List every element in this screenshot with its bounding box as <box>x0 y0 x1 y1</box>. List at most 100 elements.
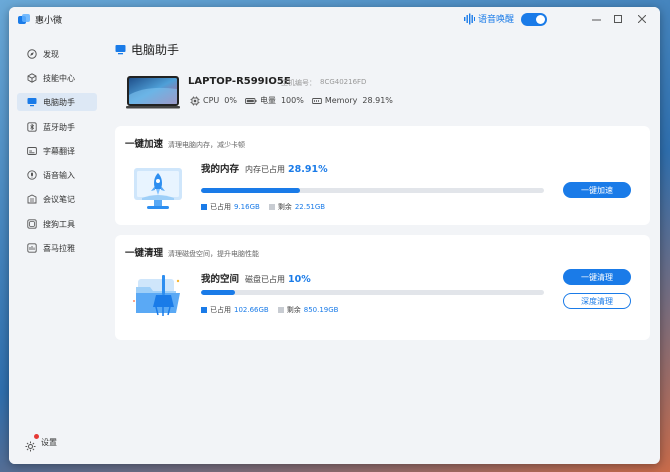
gear-icon <box>25 441 36 452</box>
memory-stat: Memory 28.91% <box>311 96 393 106</box>
memory-value: 28.91% <box>362 96 393 105</box>
minimize-icon <box>591 19 601 20</box>
free-value: 850.19GB <box>303 306 339 314</box>
deep-clean-button[interactable]: 深度清理 <box>563 293 631 309</box>
used-swatch <box>201 307 207 313</box>
disk-percent: 10% <box>288 274 311 285</box>
accelerate-card: 一键加速 清理电脑内存，减少卡顿 我的内存 内存已占用 28.91% 已占用 9… <box>115 126 650 225</box>
settings-button[interactable]: 设置 <box>25 434 57 452</box>
cpu-value: 0% <box>224 96 237 105</box>
memory-desc: 内存已占用 <box>245 165 286 174</box>
sidebar-item-label: 发现 <box>43 49 59 59</box>
sidebar-item-label: 搜狗工具 <box>43 219 75 229</box>
memory-legend: 已占用 9.16GB 剩余 22.51GB <box>201 202 325 212</box>
serial-number: 8CG40216FD <box>320 78 367 86</box>
notes-icon <box>27 194 37 204</box>
close-button[interactable] <box>635 12 649 26</box>
memory-label: Memory <box>324 96 358 105</box>
free-swatch <box>277 307 284 313</box>
clean-card: 一键清理 清理磁盘空间，提升电脑性能 我的空间 磁盘已占用 10% 已占用 10… <box>115 235 650 340</box>
monitor-icon <box>115 45 126 55</box>
free-label: 剩余 <box>286 306 301 314</box>
memory-heading: 我的内存 内存已占用 28.91% <box>201 161 328 175</box>
voice-wake[interactable]: 语音唤醒 <box>463 12 514 25</box>
sidebar-item-voice-input[interactable]: 语音输入 <box>17 166 97 184</box>
disk-heading: 我的空间 磁盘已占用 10% <box>201 271 311 285</box>
sidebar-item-label: 语音输入 <box>43 170 75 180</box>
monitor-icon <box>27 98 37 107</box>
sidebar-item-skills[interactable]: 技能中心 <box>17 69 97 87</box>
memory-percent: 28.91% <box>288 164 328 175</box>
disk-legend: 已占用 102.66GB 剩余 850.19GB <box>201 305 338 315</box>
used-label: 已占用 <box>210 203 231 211</box>
used-label: 已占用 <box>210 306 231 314</box>
free-swatch <box>268 204 275 210</box>
maximize-button[interactable] <box>611 12 625 26</box>
device-name: LAPTOP-R599IO5E <box>188 76 291 87</box>
sidebar-item-sogou-tools[interactable]: 搜狗工具 <box>17 215 97 233</box>
app-window: 惠小微 语音唤醒 发现 技能中心 电脑助手 蓝牙助手 字幕翻译 语音输入 会议笔… <box>9 7 660 464</box>
minimize-button[interactable] <box>589 12 603 26</box>
memory-icon <box>311 97 322 104</box>
sidebar-item-label: 技能中心 <box>43 73 75 83</box>
accelerate-title: 一键加速 <box>125 139 164 150</box>
battery-stat: 电量 100% <box>245 95 304 106</box>
sidebar-item-label: 蓝牙助手 <box>43 122 75 132</box>
soundwave-icon <box>464 13 475 24</box>
serial-label: 主机编号： <box>281 79 316 87</box>
used-value: 9.16GB <box>234 203 260 211</box>
maximize-icon <box>614 15 622 23</box>
toolbox-icon <box>27 219 37 229</box>
memory-title: 我的内存 <box>201 164 240 175</box>
page-header: 电脑助手 <box>115 41 179 58</box>
notification-dot <box>34 434 39 439</box>
sidebar-item-pc-assistant[interactable]: 电脑助手 <box>17 93 97 111</box>
clean-subtitle: 清理磁盘空间，提升电脑性能 <box>168 250 260 258</box>
cpu-label: CPU <box>203 96 220 105</box>
disk-progress-bar <box>201 290 544 295</box>
voice-wake-label: 语音唤醒 <box>478 15 515 25</box>
app-name: 惠小微 <box>35 16 63 26</box>
app-logo-icon <box>18 14 30 24</box>
close-icon <box>638 15 646 23</box>
sidebar-item-discover[interactable]: 发现 <box>17 45 97 63</box>
disk-title: 我的空间 <box>201 274 240 285</box>
microphone-icon <box>27 170 37 180</box>
settings-label: 设置 <box>41 438 57 447</box>
settings-icon-wrap <box>25 434 39 452</box>
cpu-icon <box>190 96 200 105</box>
voice-wake-toggle[interactable] <box>521 13 547 26</box>
clean-title: 一键清理 <box>125 248 164 259</box>
free-value: 22.51GB <box>294 203 326 211</box>
cpu-stat: CPU 0% <box>190 96 237 106</box>
sidebar-item-bluetooth[interactable]: 蓝牙助手 <box>17 118 97 136</box>
compass-icon <box>27 49 37 59</box>
battery-value: 100% <box>280 96 304 105</box>
sidebar-item-label: 会议笔记 <box>43 194 75 204</box>
folder-clean-illustration <box>133 275 180 316</box>
sidebar-item-ximalaya[interactable]: 喜马拉雅 <box>17 239 97 257</box>
clean-button[interactable]: 一键清理 <box>563 269 631 285</box>
device-stats: CPU 0% 电量 100% Memory 28.91% <box>190 95 401 106</box>
subtitle-icon <box>27 147 37 155</box>
sidebar-item-label: 喜马拉雅 <box>43 243 75 253</box>
rocket-monitor-illustration <box>134 168 182 209</box>
accelerate-button[interactable]: 一键加速 <box>563 182 631 198</box>
sidebar-item-label: 电脑助手 <box>43 97 75 107</box>
memory-progress-fill <box>201 188 301 193</box>
sidebar-item-label: 字幕翻译 <box>43 146 75 156</box>
disk-progress-fill <box>201 290 236 295</box>
toggle-knob <box>536 15 545 24</box>
free-label: 剩余 <box>277 203 292 211</box>
page-title: 电脑助手 <box>131 43 180 57</box>
bluetooth-icon <box>27 122 37 132</box>
battery-label: 电量 <box>259 96 276 105</box>
disk-desc: 磁盘已占用 <box>245 275 286 284</box>
sidebar: 发现 技能中心 电脑助手 蓝牙助手 字幕翻译 语音输入 会议笔记 搜狗工具 喜马… <box>9 33 105 464</box>
used-swatch <box>201 204 207 210</box>
accelerate-subtitle: 清理电脑内存，减少卡顿 <box>168 141 246 149</box>
used-value: 102.66GB <box>234 306 269 314</box>
sidebar-item-subtitle-translate[interactable]: 字幕翻译 <box>17 142 97 160</box>
sidebar-item-meeting-notes[interactable]: 会议笔记 <box>17 190 97 208</box>
laptop-image <box>126 76 180 109</box>
